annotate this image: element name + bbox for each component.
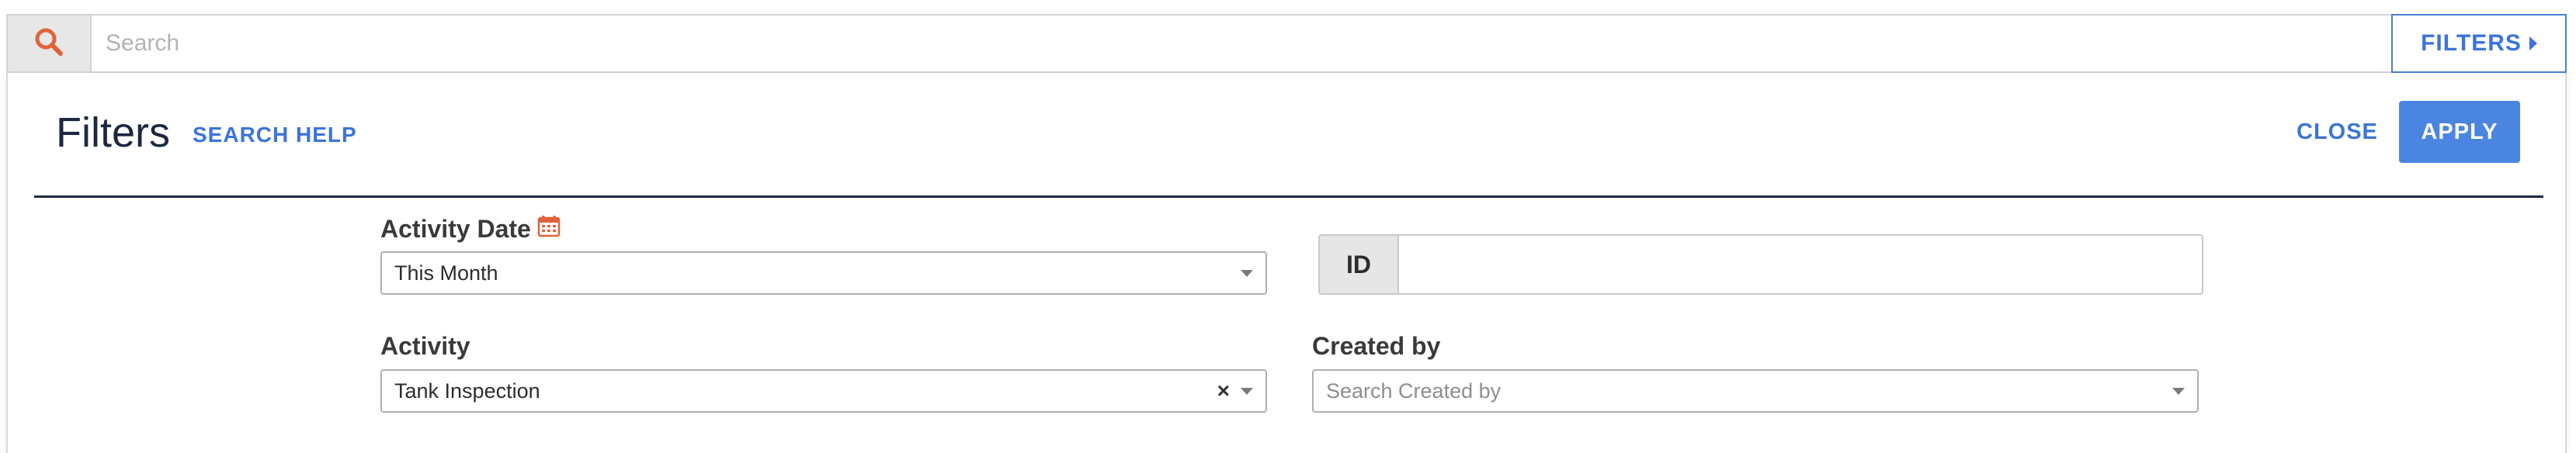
search-bar: FILTERS [6,14,2567,73]
panel-title: Filters [56,109,170,156]
apply-button[interactable]: APPLY [2399,101,2520,163]
caret-right-icon [2529,36,2537,50]
created-by-label-text: Created by [1312,332,1441,360]
created-by-placeholder: Search Created by [1326,379,1502,403]
activity-label: Activity [380,332,470,361]
chevron-down-icon [2172,387,2185,395]
search-button[interactable] [8,16,92,71]
activity-date-label-text: Activity Date [380,214,531,243]
id-addon-label: ID [1320,236,1399,293]
calendar-icon[interactable] [537,214,561,244]
activity-value: Tank Inspection [394,379,540,403]
search-input[interactable] [92,16,2391,71]
created-by-select[interactable]: Search Created by [1312,369,2199,413]
activity-label-text: Activity [380,332,470,360]
search-icon [33,26,64,61]
activity-date-label: Activity Date [380,214,561,244]
close-button[interactable]: CLOSE [2297,119,2378,145]
activity-date-value: This Month [394,261,498,285]
clear-selection-icon[interactable]: × [1217,379,1230,403]
filters-toggle-label: FILTERS [2421,30,2522,56]
activity-select[interactable]: Tank Inspection × [380,369,1267,413]
created-by-label: Created by [1312,332,1440,361]
chevron-down-icon [1241,269,1253,277]
id-field-group: ID [1318,234,2203,295]
id-input[interactable] [1399,236,2202,293]
activity-date-select[interactable]: This Month [380,251,1267,295]
filters-panel: Filters SEARCH HELP CLOSE APPLY Activity… [6,73,2567,453]
panel-divider [34,195,2543,198]
filters-toggle-button[interactable]: FILTERS [2391,14,2567,73]
search-help-link[interactable]: SEARCH HELP [193,123,357,147]
chevron-down-icon [1241,387,1253,395]
